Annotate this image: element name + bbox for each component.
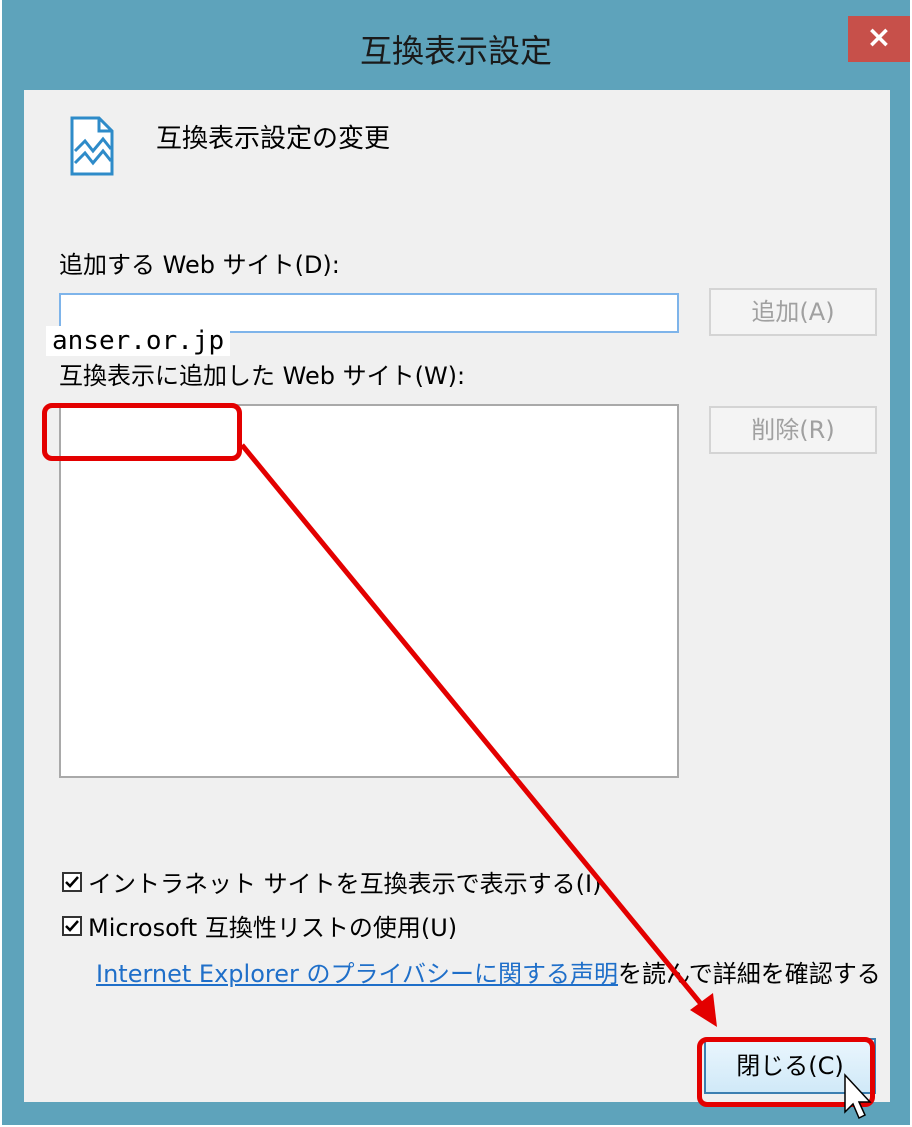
mouse-cursor-icon xyxy=(844,1073,872,1120)
annotation-arrow xyxy=(240,443,872,1120)
